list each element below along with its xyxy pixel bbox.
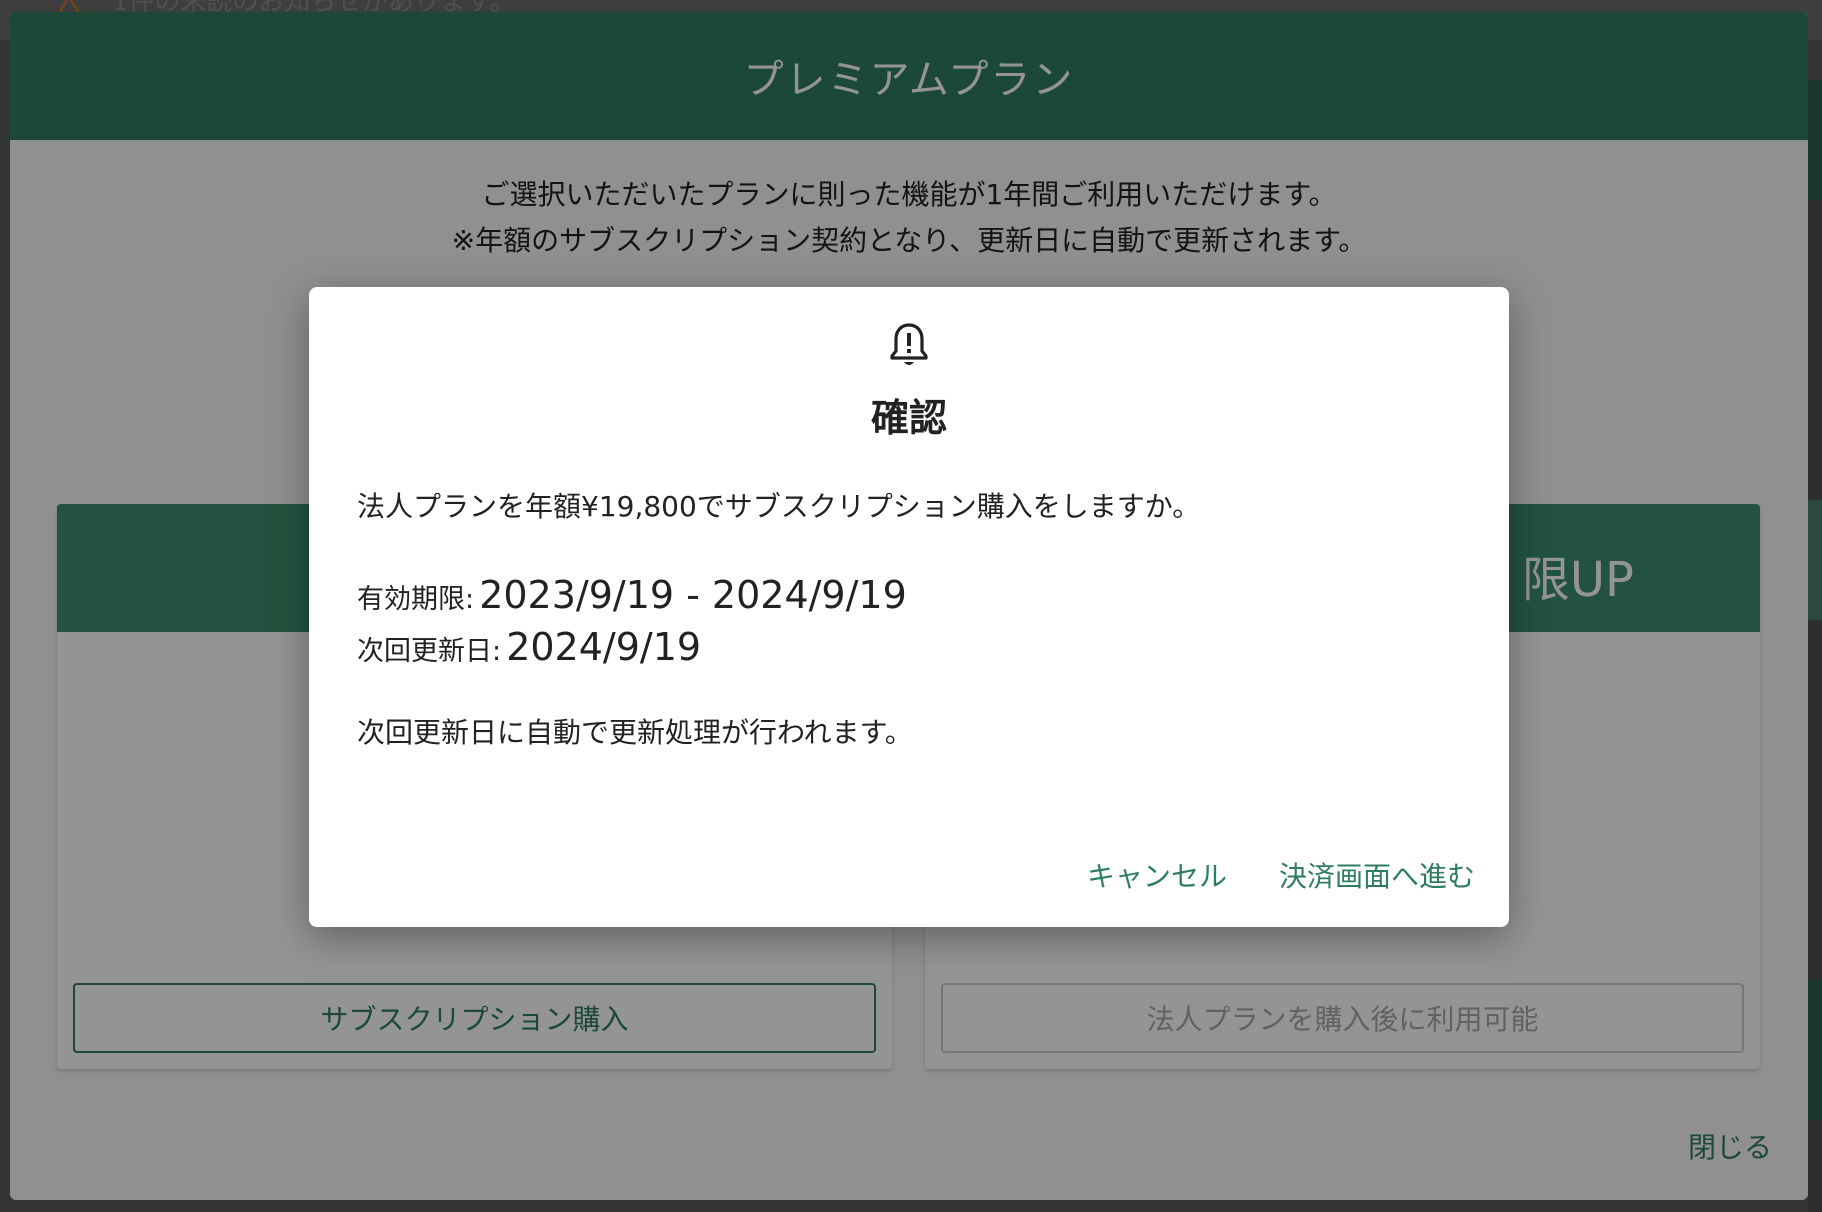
next-renewal-label: 次回更新日: bbox=[357, 636, 502, 667]
validity-value: 2023/9/19 - 2024/9/19 bbox=[479, 573, 907, 617]
next-renewal-row: 次回更新日: 2024/9/19 bbox=[357, 625, 1457, 669]
validity-row: 有効期限: 2023/9/19 - 2024/9/19 bbox=[357, 573, 1457, 617]
cancel-button[interactable]: キャンセル bbox=[1087, 855, 1227, 895]
purchase-message: 法人プランを年額¥19,800でサブスクリプション購入をしますか。 bbox=[357, 490, 1201, 523]
confirm-actions: キャンセル 決済画面へ進む bbox=[1087, 855, 1475, 895]
proceed-to-payment-button[interactable]: 決済画面へ進む bbox=[1279, 855, 1475, 895]
confirm-body: 法人プランを年額¥19,800でサブスクリプション購入をしますか。 有効期限: … bbox=[357, 487, 1457, 753]
validity-label: 有効期限: bbox=[357, 584, 475, 615]
bell-alert-icon bbox=[890, 323, 928, 365]
confirm-title: 確認 bbox=[870, 396, 947, 440]
confirm-dialog: 確認 法人プランを年額¥19,800でサブスクリプション購入をしますか。 有効期… bbox=[309, 287, 1509, 927]
next-renewal-value: 2024/9/19 bbox=[506, 625, 702, 669]
auto-renew-note: 次回更新日に自動で更新処理が行われます。 bbox=[357, 716, 913, 749]
